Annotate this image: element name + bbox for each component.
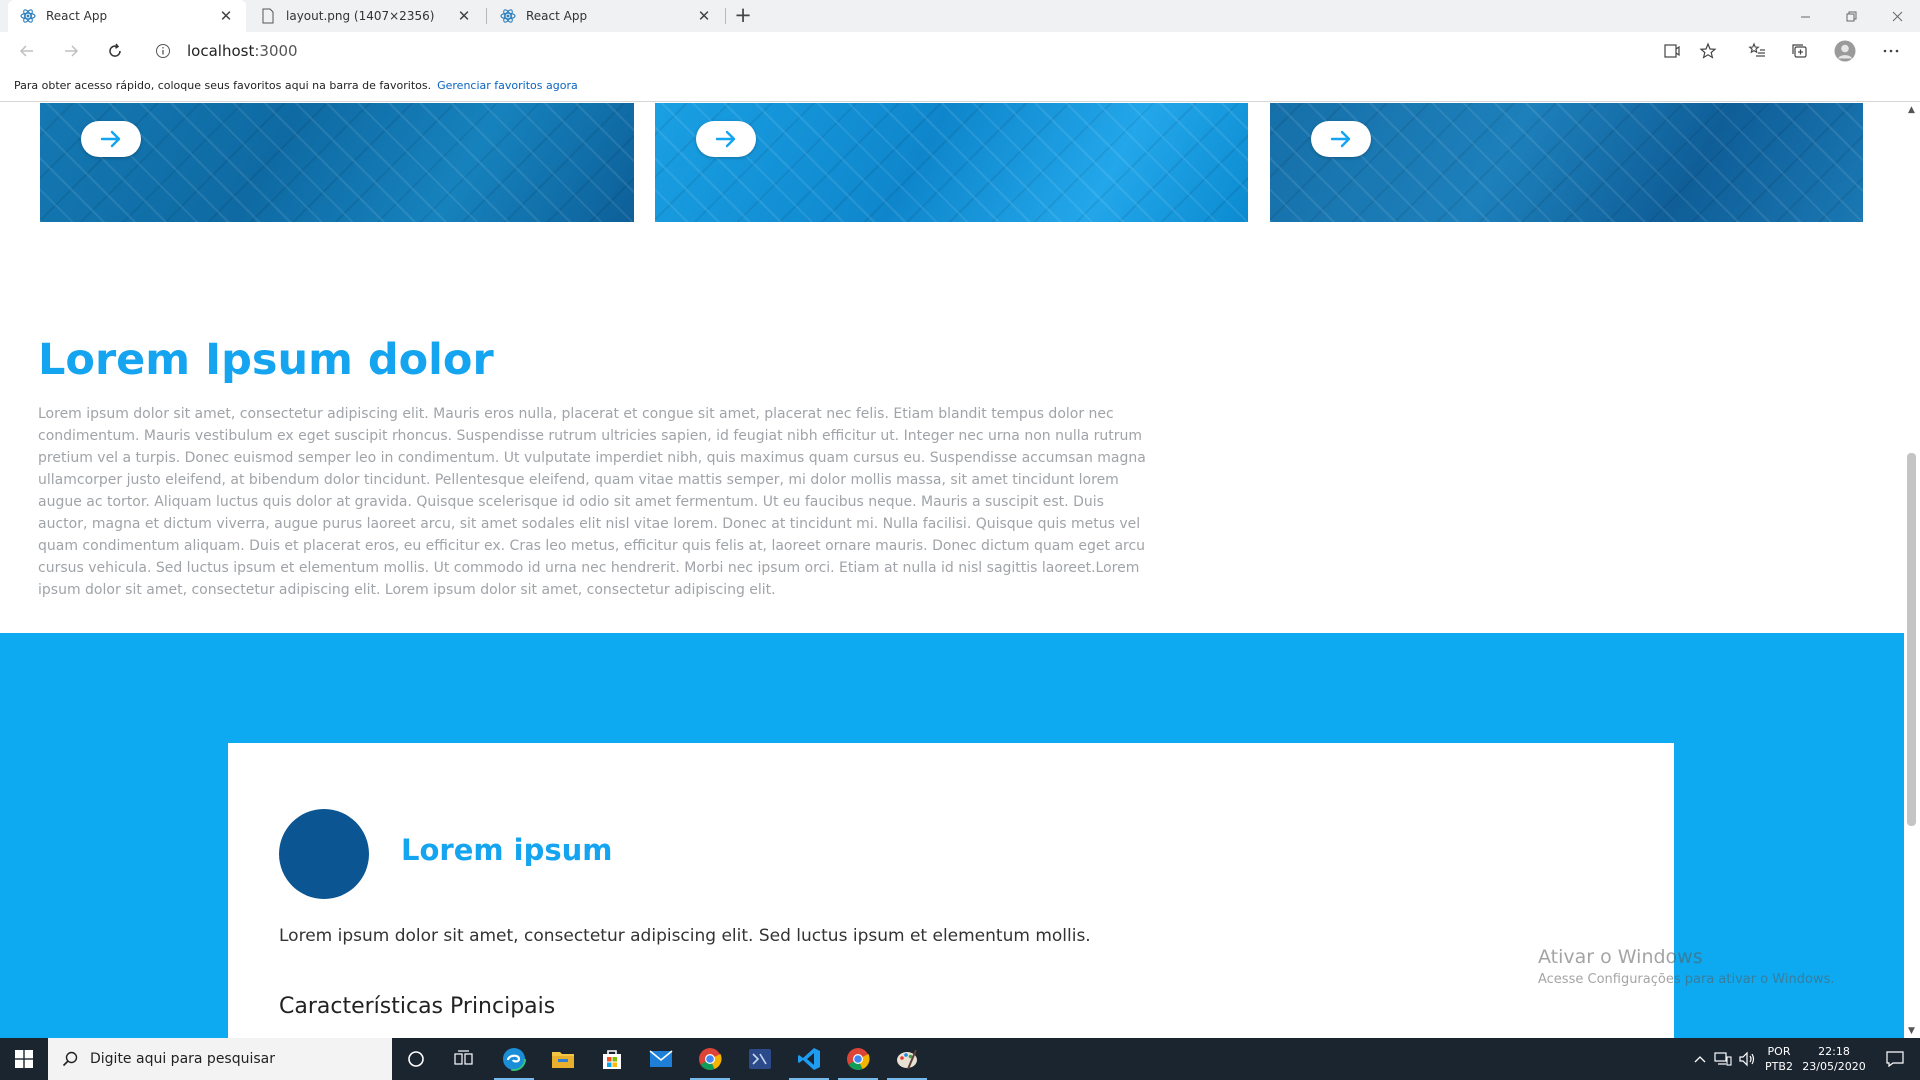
close-window-icon[interactable] [1874, 0, 1920, 32]
tab-react-app[interactable]: React App ✕ [488, 0, 724, 32]
tab-divider [725, 8, 726, 24]
show-hidden-icons-icon[interactable] [1690, 1038, 1710, 1080]
collections-icon[interactable] [1783, 32, 1817, 70]
cortana-icon[interactable] [392, 1038, 440, 1080]
task-view-icon[interactable] [440, 1038, 488, 1080]
watermark-subtitle: Acesse Configurações para ativar o Windo… [1538, 972, 1835, 987]
arrow-right-icon [1330, 130, 1351, 148]
navigation-bar: localhost:3000 [0, 32, 1920, 70]
chrome-icon[interactable] [686, 1038, 734, 1080]
close-tab-icon[interactable]: ✕ [696, 7, 712, 25]
network-icon[interactable] [1712, 1038, 1734, 1080]
feature-card [40, 103, 634, 222]
section-title: Lorem Ipsum dolor [38, 335, 494, 385]
close-tab-icon[interactable]: ✕ [456, 7, 472, 25]
page-scrollbar[interactable]: ▲ ▼ [1904, 103, 1920, 1038]
url-port: :3000 [254, 42, 298, 60]
card-arrow-button[interactable] [81, 121, 141, 157]
more-options-icon[interactable] [1874, 32, 1908, 70]
store-icon[interactable] [588, 1038, 636, 1080]
new-tab-icon[interactable]: + [730, 3, 756, 27]
panel-subtitle: Características Principais [279, 994, 556, 1019]
edge-icon[interactable] [490, 1038, 538, 1080]
minimize-icon[interactable] [1782, 0, 1828, 32]
info-panel: Lorem ipsum Lorem ipsum dolor sit amet, … [228, 743, 1674, 1038]
favorites-bar: Para obter acesso rápido, coloque seus f… [0, 70, 1920, 102]
tab-react-app-active[interactable]: React App ✕ [8, 0, 246, 32]
panel-title: Lorem ipsum [401, 833, 613, 867]
search-placeholder: Digite aqui para pesquisar [90, 1051, 276, 1067]
paint-icon[interactable] [883, 1038, 931, 1080]
mail-icon[interactable] [637, 1038, 685, 1080]
profile-avatar-icon[interactable] [1828, 32, 1862, 70]
avatar [279, 809, 369, 899]
scrollbar-thumb[interactable] [1907, 453, 1916, 826]
feature-card [1270, 103, 1863, 222]
feature-card [655, 103, 1248, 222]
card-arrow-button[interactable] [1311, 121, 1371, 157]
react-icon [500, 8, 516, 24]
favorite-star-icon[interactable] [1691, 32, 1725, 70]
volume-icon[interactable] [1736, 1038, 1758, 1080]
taskbar-clock[interactable]: 22:18 23/05/2020 [1798, 1038, 1870, 1080]
manage-favorites-link[interactable]: Gerenciar favoritos agora [437, 79, 578, 92]
tab-divider [486, 8, 487, 24]
search-icon [62, 1051, 78, 1067]
clock-time: 22:18 [1818, 1045, 1850, 1058]
close-tab-icon[interactable]: ✕ [218, 7, 234, 25]
react-icon [20, 8, 36, 24]
address-bar[interactable]: localhost:3000 [145, 36, 1725, 66]
file-explorer-icon[interactable] [539, 1038, 587, 1080]
tab-label: React App [46, 9, 108, 23]
read-aloud-icon[interactable] [1655, 32, 1689, 70]
watermark-title: Ativar o Windows [1538, 946, 1703, 968]
input-language-indicator[interactable]: POR PTB2 [1760, 1038, 1798, 1080]
windows-activation-watermark: Ativar o Windows Acesse Configurações pa… [1538, 946, 1834, 987]
arrow-right-icon [100, 130, 121, 148]
info-icon[interactable] [155, 43, 171, 59]
forward-icon[interactable] [54, 32, 88, 70]
clock-date: 23/05/2020 [1802, 1060, 1866, 1073]
notifications-icon[interactable] [1872, 1038, 1918, 1080]
section-body-text: Lorem ipsum dolor sit amet, consectetur … [38, 406, 1146, 598]
scroll-down-icon[interactable]: ▼ [1908, 1026, 1915, 1036]
taskbar-search-box[interactable]: Digite aqui para pesquisar [48, 1038, 392, 1080]
tab-label: layout.png (1407×2356) [286, 9, 435, 23]
app-icon[interactable] [736, 1038, 784, 1080]
favorites-bar-message: Para obter acesso rápido, coloque seus f… [14, 79, 432, 92]
keyboard-layout: PTB2 [1765, 1060, 1793, 1073]
language-code: POR [1767, 1045, 1791, 1058]
tab-layout-png[interactable]: layout.png (1407×2356) ✕ [248, 0, 484, 32]
url-text: localhost:3000 [187, 42, 298, 60]
favorites-icon[interactable] [1740, 32, 1774, 70]
file-icon [260, 8, 276, 24]
refresh-icon[interactable] [98, 32, 132, 70]
scroll-up-icon[interactable]: ▲ [1908, 105, 1915, 115]
windows-taskbar: Digite aqui para pesquisar POR PTB2 22:1… [0, 1038, 1920, 1080]
card-arrow-button[interactable] [696, 121, 756, 157]
url-host: localhost [187, 42, 255, 60]
chrome-icon[interactable] [834, 1038, 882, 1080]
restore-icon[interactable] [1828, 0, 1874, 32]
page-viewport: Lorem Ipsum dolor Lorem ipsum dolor sit … [0, 103, 1904, 1038]
arrow-right-icon [715, 130, 736, 148]
tab-strip: React App ✕ layout.png (1407×2356) ✕ Rea… [0, 0, 1920, 32]
panel-body-text: Lorem ipsum dolor sit amet, consectetur … [279, 926, 1091, 946]
back-icon[interactable] [10, 32, 44, 70]
tab-label: React App [526, 9, 588, 23]
vscode-icon[interactable] [785, 1038, 833, 1080]
windows-start-icon[interactable] [0, 1038, 48, 1080]
